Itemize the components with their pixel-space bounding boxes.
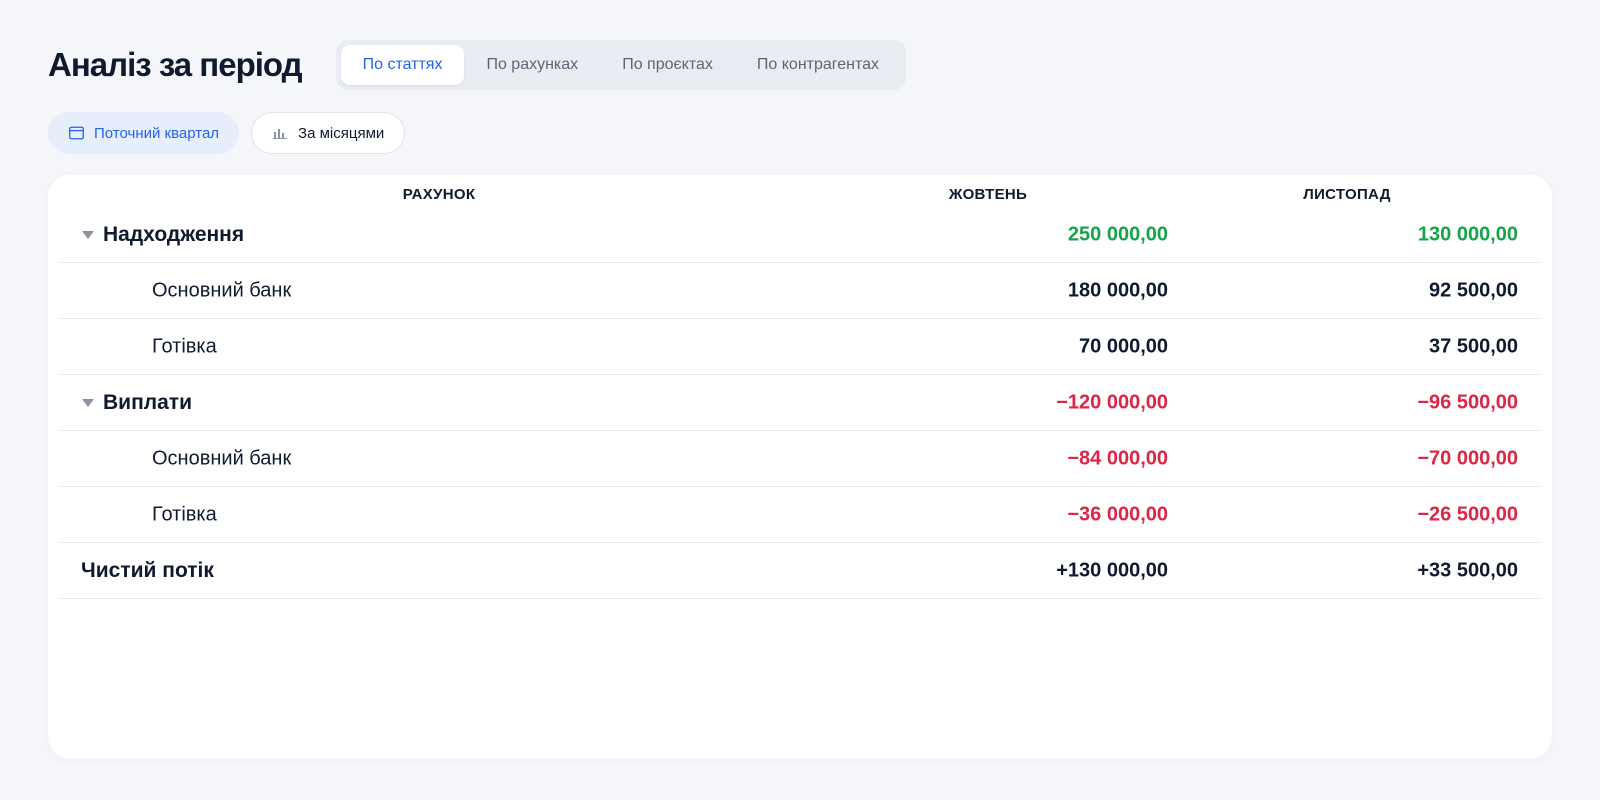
- row-value-november: −70 000,00: [1417, 447, 1518, 469]
- period-filter-label: Поточний квартал: [94, 124, 220, 142]
- calendar-icon: [68, 125, 84, 141]
- row-label: Основний банк: [152, 279, 292, 301]
- row-label: Виплати: [103, 390, 192, 414]
- row-value-november: 37 500,00: [1429, 335, 1518, 357]
- column-header-november[interactable]: ЛИСТОПАД: [1303, 186, 1390, 203]
- row-label: Надходження: [103, 222, 245, 246]
- bar-chart-icon: [272, 125, 288, 141]
- row-value-october: 70 000,00: [1079, 335, 1168, 357]
- row-value-october: 250 000,00: [1067, 223, 1168, 245]
- page-header: Аналіз за період По статтях По рахунках …: [48, 40, 907, 90]
- caret-down-icon[interactable]: [81, 230, 95, 240]
- analysis-table-card: РАХУНОК ЖОВТЕНЬ ЛИСТОПАД Надходження 250…: [48, 175, 1552, 759]
- analysis-tabs: По статтях По рахунках По проєктах По ко…: [335, 40, 907, 90]
- table-row-expenses-main-bank[interactable]: Основний банк −84 000,00 −70 000,00: [59, 431, 1541, 487]
- tab-by-counterparties[interactable]: По контрагентах: [735, 45, 901, 85]
- column-header-account[interactable]: РАХУНОК: [403, 186, 476, 203]
- grouping-filter-label: За місяцями: [298, 124, 385, 142]
- row-value-november: 92 500,00: [1429, 279, 1518, 301]
- row-value-october: −84 000,00: [1067, 447, 1168, 469]
- row-value-november: +33 500,00: [1417, 559, 1518, 581]
- column-header-october[interactable]: ЖОВТЕНЬ: [949, 186, 1027, 203]
- table-row-income-cash[interactable]: Готівка 70 000,00 37 500,00: [59, 319, 1541, 375]
- table-row-expenses-cash[interactable]: Готівка −36 000,00 −26 500,00: [59, 487, 1541, 543]
- table-row-income-main-bank[interactable]: Основний банк 180 000,00 92 500,00: [59, 263, 1541, 319]
- filter-bar: Поточний квартал За місяцями: [48, 112, 406, 154]
- row-label: Готівка: [152, 335, 217, 357]
- row-value-november: 130 000,00: [1417, 223, 1518, 245]
- row-value-october: −120 000,00: [1056, 391, 1168, 413]
- row-value-october: −36 000,00: [1067, 503, 1168, 525]
- tab-by-articles[interactable]: По статтях: [340, 45, 465, 85]
- table-row-expenses[interactable]: Виплати −120 000,00 −96 500,00: [59, 375, 1541, 431]
- row-label: Основний банк: [152, 447, 292, 469]
- row-value-november: −26 500,00: [1417, 503, 1518, 525]
- table-row-income[interactable]: Надходження 250 000,00 130 000,00: [59, 207, 1541, 263]
- tab-by-projects[interactable]: По проєктах: [600, 45, 735, 85]
- row-value-november: −96 500,00: [1417, 391, 1518, 413]
- row-value-october: +130 000,00: [1056, 559, 1168, 581]
- table-body: Надходження 250 000,00 130 000,00 Основн…: [59, 207, 1541, 599]
- caret-down-icon[interactable]: [81, 398, 95, 408]
- tab-by-accounts[interactable]: По рахунках: [464, 45, 600, 85]
- grouping-filter-button[interactable]: За місяцями: [251, 112, 406, 154]
- row-value-october: 180 000,00: [1067, 279, 1168, 301]
- period-filter-button[interactable]: Поточний квартал: [48, 112, 240, 154]
- row-label: Чистий потік: [81, 558, 214, 582]
- row-label: Готівка: [152, 503, 217, 525]
- page-title: Аналіз за період: [48, 46, 303, 83]
- table-row-net-flow[interactable]: Чистий потік +130 000,00 +33 500,00: [59, 543, 1541, 599]
